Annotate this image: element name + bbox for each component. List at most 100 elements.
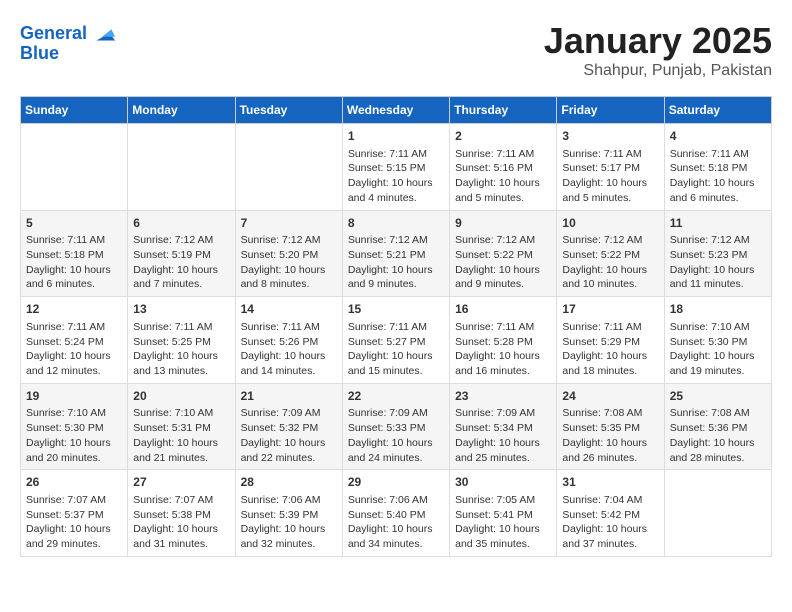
calendar-week-5: 26 Sunrise: 7:07 AM Sunset: 5:37 PM Dayli… xyxy=(21,470,772,557)
calendar-cell: 2Sunrise: 7:11 AM Sunset: 5:16 PM Daylig… xyxy=(450,124,557,211)
logo-text: General xyxy=(20,24,87,44)
calendar-cell: 29 Sunrise: 7:06 AM Sunset: 5:40 PM Dayli… xyxy=(342,470,449,557)
day-number: 29 xyxy=(348,474,444,491)
weekday-header-friday: Friday xyxy=(557,97,664,124)
day-info: Sunrise: 7:12 AM Sunset: 5:19 PM Dayligh… xyxy=(133,233,229,292)
day-info: Sunrise: 7:11 AM Sunset: 5:15 PM Dayligh… xyxy=(348,147,444,206)
calendar-cell: 7Sunrise: 7:12 AM Sunset: 5:20 PM Daylig… xyxy=(235,210,342,297)
day-info: Sunrise: 7:12 AM Sunset: 5:21 PM Dayligh… xyxy=(348,233,444,292)
day-info: Sunrise: 7:11 AM Sunset: 5:29 PM Dayligh… xyxy=(562,320,658,379)
calendar-cell: 21Sunrise: 7:09 AM Sunset: 5:32 PM Dayli… xyxy=(235,383,342,470)
day-number: 1 xyxy=(348,128,444,145)
day-info: Sunrise: 7:11 AM Sunset: 5:18 PM Dayligh… xyxy=(670,147,766,206)
day-number: 28 xyxy=(241,474,337,491)
day-info: Sunrise: 7:12 AM Sunset: 5:20 PM Dayligh… xyxy=(241,233,337,292)
day-info: Sunrise: 7:07 AM Sunset: 5:38 PM Dayligh… xyxy=(133,493,229,552)
calendar-cell: 22Sunrise: 7:09 AM Sunset: 5:33 PM Dayli… xyxy=(342,383,449,470)
weekday-header-row: SundayMondayTuesdayWednesdayThursdayFrid… xyxy=(21,97,772,124)
day-info: Sunrise: 7:09 AM Sunset: 5:34 PM Dayligh… xyxy=(455,406,551,465)
day-number: 27 xyxy=(133,474,229,491)
calendar-cell: 6Sunrise: 7:12 AM Sunset: 5:19 PM Daylig… xyxy=(128,210,235,297)
day-number: 13 xyxy=(133,301,229,318)
calendar-cell: 15Sunrise: 7:11 AM Sunset: 5:27 PM Dayli… xyxy=(342,297,449,384)
day-info: Sunrise: 7:11 AM Sunset: 5:26 PM Dayligh… xyxy=(241,320,337,379)
day-number: 5 xyxy=(26,215,122,232)
calendar-cell: 24Sunrise: 7:08 AM Sunset: 5:35 PM Dayli… xyxy=(557,383,664,470)
calendar-cell: 27 Sunrise: 7:07 AM Sunset: 5:38 PM Dayli… xyxy=(128,470,235,557)
page-header: General Blue January 2025 Shahpur, Punja… xyxy=(20,20,772,80)
calendar-cell: 14 Sunrise: 7:11 AM Sunset: 5:26 PM Dayli… xyxy=(235,297,342,384)
day-number: 14 xyxy=(241,301,337,318)
day-info: Sunrise: 7:09 AM Sunset: 5:33 PM Dayligh… xyxy=(348,406,444,465)
day-info: Sunrise: 7:06 AM Sunset: 5:40 PM Dayligh… xyxy=(348,493,444,552)
day-info: Sunrise: 7:11 AM Sunset: 5:28 PM Dayligh… xyxy=(455,320,551,379)
calendar-cell: 4 Sunrise: 7:11 AM Sunset: 5:18 PM Daylig… xyxy=(664,124,771,211)
day-number: 10 xyxy=(562,215,658,232)
calendar-week-4: 19Sunrise: 7:10 AM Sunset: 5:30 PM Dayli… xyxy=(21,383,772,470)
day-info: Sunrise: 7:10 AM Sunset: 5:31 PM Dayligh… xyxy=(133,406,229,465)
weekday-header-saturday: Saturday xyxy=(664,97,771,124)
logo-icon xyxy=(89,20,117,48)
calendar-cell: 9Sunrise: 7:12 AM Sunset: 5:22 PM Daylig… xyxy=(450,210,557,297)
day-info: Sunrise: 7:12 AM Sunset: 5:23 PM Dayligh… xyxy=(670,233,766,292)
day-number: 12 xyxy=(26,301,122,318)
calendar-cell xyxy=(128,124,235,211)
day-number: 19 xyxy=(26,388,122,405)
day-info: Sunrise: 7:06 AM Sunset: 5:39 PM Dayligh… xyxy=(241,493,337,552)
calendar-cell: 19Sunrise: 7:10 AM Sunset: 5:30 PM Dayli… xyxy=(21,383,128,470)
day-number: 31 xyxy=(562,474,658,491)
calendar-table: SundayMondayTuesdayWednesdayThursdayFrid… xyxy=(20,96,772,557)
calendar-cell xyxy=(235,124,342,211)
weekday-header-tuesday: Tuesday xyxy=(235,97,342,124)
day-number: 30 xyxy=(455,474,551,491)
calendar-cell: 8Sunrise: 7:12 AM Sunset: 5:21 PM Daylig… xyxy=(342,210,449,297)
day-number: 24 xyxy=(562,388,658,405)
calendar-cell: 18Sunrise: 7:10 AM Sunset: 5:30 PM Dayli… xyxy=(664,297,771,384)
day-number: 6 xyxy=(133,215,229,232)
calendar-cell: 31Sunrise: 7:04 AM Sunset: 5:42 PM Dayli… xyxy=(557,470,664,557)
day-info: Sunrise: 7:11 AM Sunset: 5:16 PM Dayligh… xyxy=(455,147,551,206)
calendar-week-3: 12 Sunrise: 7:11 AM Sunset: 5:24 PM Dayli… xyxy=(21,297,772,384)
location: Shahpur, Punjab, Pakistan xyxy=(544,62,772,80)
day-info: Sunrise: 7:10 AM Sunset: 5:30 PM Dayligh… xyxy=(26,406,122,465)
calendar-cell: 13Sunrise: 7:11 AM Sunset: 5:25 PM Dayli… xyxy=(128,297,235,384)
calendar-cell xyxy=(664,470,771,557)
calendar-cell: 11Sunrise: 7:12 AM Sunset: 5:23 PM Dayli… xyxy=(664,210,771,297)
calendar-cell: 12 Sunrise: 7:11 AM Sunset: 5:24 PM Dayli… xyxy=(21,297,128,384)
calendar-cell: 26 Sunrise: 7:07 AM Sunset: 5:37 PM Dayli… xyxy=(21,470,128,557)
day-number: 20 xyxy=(133,388,229,405)
calendar-cell: 17 Sunrise: 7:11 AM Sunset: 5:29 PM Dayli… xyxy=(557,297,664,384)
day-info: Sunrise: 7:12 AM Sunset: 5:22 PM Dayligh… xyxy=(562,233,658,292)
day-info: Sunrise: 7:08 AM Sunset: 5:36 PM Dayligh… xyxy=(670,406,766,465)
day-number: 4 xyxy=(670,128,766,145)
calendar-cell: 16 Sunrise: 7:11 AM Sunset: 5:28 PM Dayli… xyxy=(450,297,557,384)
month-title: January 2025 xyxy=(544,20,772,62)
calendar-cell: 20Sunrise: 7:10 AM Sunset: 5:31 PM Dayli… xyxy=(128,383,235,470)
day-number: 25 xyxy=(670,388,766,405)
day-number: 26 xyxy=(26,474,122,491)
day-number: 16 xyxy=(455,301,551,318)
calendar-cell: 23Sunrise: 7:09 AM Sunset: 5:34 PM Dayli… xyxy=(450,383,557,470)
calendar-cell: 10Sunrise: 7:12 AM Sunset: 5:22 PM Dayli… xyxy=(557,210,664,297)
title-block: January 2025 Shahpur, Punjab, Pakistan xyxy=(544,20,772,80)
day-number: 11 xyxy=(670,215,766,232)
calendar-cell: 3 Sunrise: 7:11 AM Sunset: 5:17 PM Daylig… xyxy=(557,124,664,211)
day-number: 15 xyxy=(348,301,444,318)
day-info: Sunrise: 7:09 AM Sunset: 5:32 PM Dayligh… xyxy=(241,406,337,465)
day-number: 7 xyxy=(241,215,337,232)
day-number: 17 xyxy=(562,301,658,318)
day-number: 3 xyxy=(562,128,658,145)
day-info: Sunrise: 7:08 AM Sunset: 5:35 PM Dayligh… xyxy=(562,406,658,465)
day-number: 22 xyxy=(348,388,444,405)
calendar-cell: 1 Sunrise: 7:11 AM Sunset: 5:15 PM Daylig… xyxy=(342,124,449,211)
day-info: Sunrise: 7:11 AM Sunset: 5:24 PM Dayligh… xyxy=(26,320,122,379)
day-number: 21 xyxy=(241,388,337,405)
day-info: Sunrise: 7:05 AM Sunset: 5:41 PM Dayligh… xyxy=(455,493,551,552)
logo: General Blue xyxy=(20,20,117,64)
weekday-header-monday: Monday xyxy=(128,97,235,124)
day-number: 18 xyxy=(670,301,766,318)
day-info: Sunrise: 7:11 AM Sunset: 5:17 PM Dayligh… xyxy=(562,147,658,206)
calendar-cell: 30 Sunrise: 7:05 AM Sunset: 5:41 PM Dayli… xyxy=(450,470,557,557)
day-number: 23 xyxy=(455,388,551,405)
day-info: Sunrise: 7:07 AM Sunset: 5:37 PM Dayligh… xyxy=(26,493,122,552)
